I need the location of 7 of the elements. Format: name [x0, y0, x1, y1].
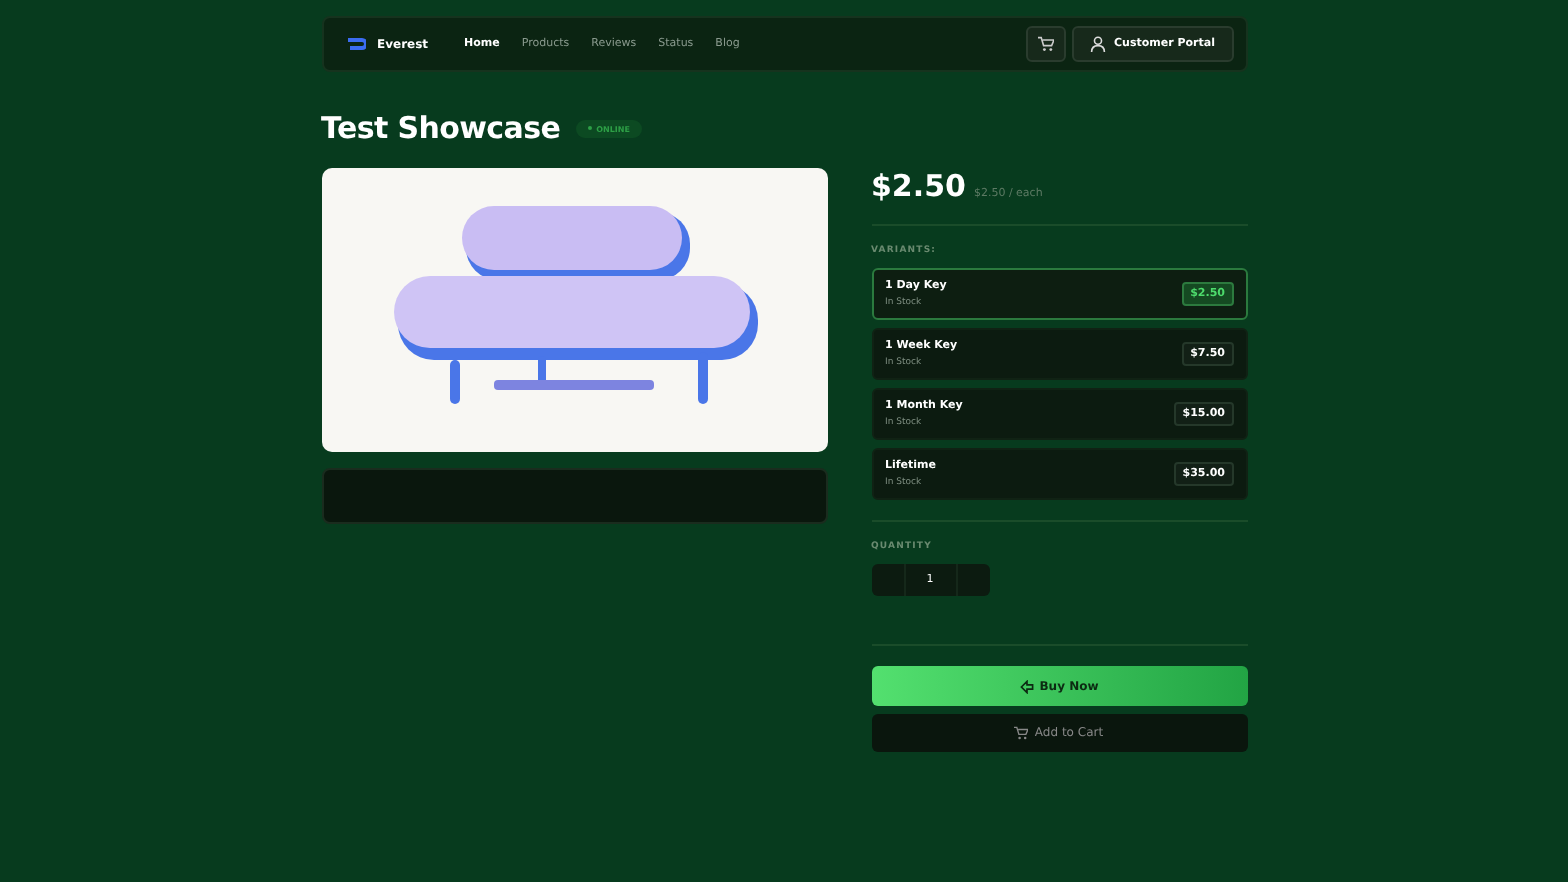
user-icon [1090, 36, 1107, 52]
cart-button[interactable] [1026, 26, 1067, 62]
cart-icon [1014, 726, 1029, 740]
cart-icon [1038, 36, 1055, 52]
logo-icon[interactable] [347, 38, 365, 50]
product-title: Test Showcase [321, 110, 561, 146]
price: $2.50 [871, 168, 966, 204]
